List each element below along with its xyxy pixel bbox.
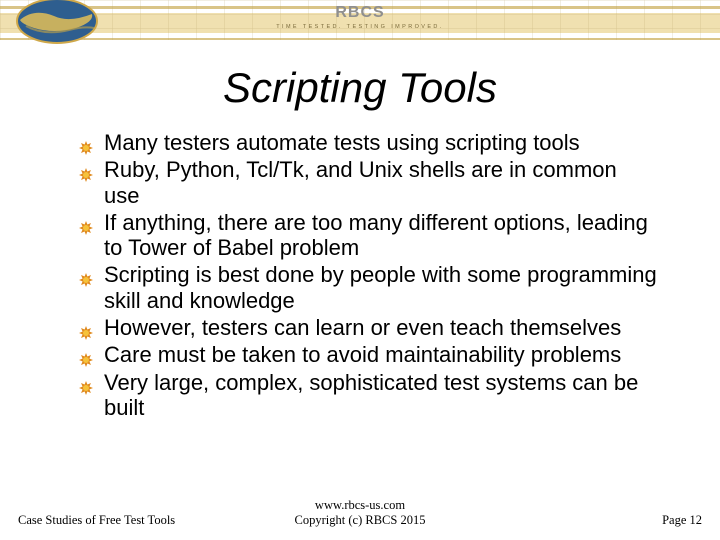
list-item: However, testers can learn or even teach… [78, 315, 658, 340]
footer-center: www.rbcs-us.com Copyright (c) RBCS 2015 [0, 498, 720, 528]
brand-name: RBCS [0, 4, 720, 22]
list-item: If anything, there are too many differen… [78, 210, 658, 261]
list-item-text: Very large, complex, sophisticated test … [104, 370, 638, 420]
list-item: Care must be taken to avoid maintainabil… [78, 342, 658, 367]
slide: RBCS TIME TESTED. TESTING IMPROVED. Scri… [0, 0, 720, 540]
list-item-text: Care must be taken to avoid maintainabil… [104, 342, 621, 367]
header-banner: RBCS TIME TESTED. TESTING IMPROVED. [0, 0, 720, 40]
bullet-list: Many testers automate tests using script… [78, 130, 658, 420]
slide-title: Scripting Tools [0, 64, 720, 112]
list-item-text: If anything, there are too many differen… [104, 210, 648, 260]
list-item-text: Many testers automate tests using script… [104, 130, 580, 155]
list-item-text: However, testers can learn or even teach… [104, 315, 621, 340]
brand-tagline: TIME TESTED. TESTING IMPROVED. [0, 24, 720, 30]
list-item: Scripting is best done by people with so… [78, 262, 658, 313]
list-item: Ruby, Python, Tcl/Tk, and Unix shells ar… [78, 157, 658, 208]
burst-bullet-icon [78, 268, 94, 293]
list-item-text: Scripting is best done by people with so… [104, 262, 657, 312]
burst-bullet-icon [78, 376, 94, 401]
footer-url: www.rbcs-us.com [315, 498, 405, 512]
list-item-text: Ruby, Python, Tcl/Tk, and Unix shells ar… [104, 157, 617, 207]
list-item: Very large, complex, sophisticated test … [78, 370, 658, 421]
footer-page: Page 12 [662, 513, 702, 528]
footer-copyright: Copyright (c) RBCS 2015 [0, 513, 720, 528]
list-item: Many testers automate tests using script… [78, 130, 658, 155]
burst-bullet-icon [78, 163, 94, 188]
burst-bullet-icon [78, 216, 94, 241]
